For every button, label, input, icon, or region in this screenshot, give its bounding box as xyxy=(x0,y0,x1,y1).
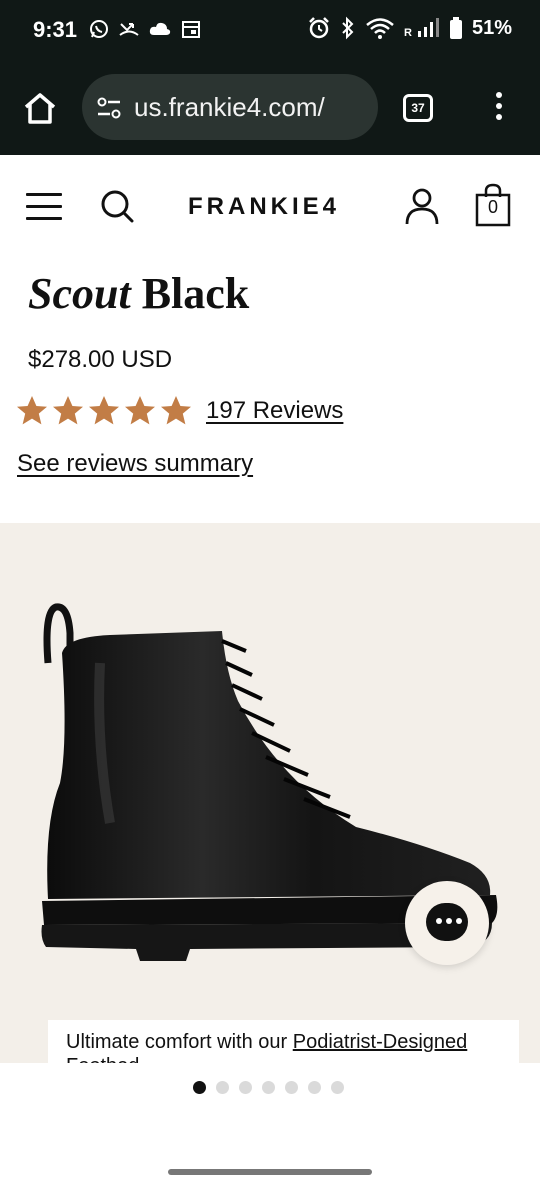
product-title: Scout Black xyxy=(28,268,249,319)
battery-icon xyxy=(449,17,462,39)
tab-switcher-button[interactable]: 37 xyxy=(403,94,433,122)
carousel-dot[interactable] xyxy=(331,1081,344,1094)
star-icon xyxy=(17,396,47,425)
star-icon xyxy=(89,396,119,425)
product-image[interactable]: Ultimate comfort with our Podiatrist-Des… xyxy=(0,523,540,1063)
footbed-banner: Ultimate comfort with our Podiatrist-Des… xyxy=(48,1020,519,1063)
cart-count: 0 xyxy=(487,197,498,217)
star-icon xyxy=(53,396,83,425)
browser-toolbar: us.frankie4.com/ 37 xyxy=(0,62,540,155)
star-icon xyxy=(125,396,155,425)
cart-button[interactable]: 0 xyxy=(474,183,512,227)
product-title-color: Black xyxy=(130,269,250,318)
site-header: FRANKIE4 0 xyxy=(0,155,540,257)
cloud-icon xyxy=(149,22,171,35)
address-bar[interactable]: us.frankie4.com/ xyxy=(82,74,378,140)
carousel-dot[interactable] xyxy=(193,1081,206,1094)
status-time: 9:31 xyxy=(33,17,78,42)
system-icons: R 51% xyxy=(307,16,512,40)
reviews-summary-link[interactable]: See reviews summary xyxy=(17,450,253,478)
whatsapp-icon xyxy=(90,20,108,38)
carousel-dots xyxy=(193,1081,344,1094)
url-text[interactable]: us.frankie4.com/ xyxy=(134,92,325,123)
boot-image xyxy=(41,603,498,961)
account-icon[interactable] xyxy=(404,187,440,227)
site-settings-icon[interactable] xyxy=(96,95,122,121)
carousel-dot[interactable] xyxy=(285,1081,298,1094)
carousel-dot[interactable] xyxy=(308,1081,321,1094)
status-bar: 9:31 R 51% xyxy=(0,0,540,62)
notification-icons xyxy=(88,18,202,40)
rating-row: 197 Reviews xyxy=(15,393,343,429)
product-price: $278.00 USD xyxy=(28,346,173,373)
menu-icon[interactable] xyxy=(26,193,62,221)
home-button[interactable] xyxy=(20,88,60,128)
alarm-icon xyxy=(309,17,329,39)
star-rating xyxy=(15,394,193,428)
signal-icon: R xyxy=(404,18,439,39)
bluetooth-icon xyxy=(342,16,354,40)
product-title-italic: Scout xyxy=(28,269,131,318)
carousel-dot[interactable] xyxy=(216,1081,229,1094)
reviews-link[interactable]: 197 Reviews xyxy=(206,397,343,425)
home-icon xyxy=(24,93,56,124)
wifi-icon xyxy=(366,18,394,39)
more-options-icon[interactable] xyxy=(491,92,507,124)
gesture-bar[interactable] xyxy=(168,1169,372,1175)
site-logo[interactable]: FRANKIE4 xyxy=(188,193,340,221)
missed-call-icon xyxy=(119,23,139,36)
carousel-dot[interactable] xyxy=(262,1081,275,1094)
calendar-icon xyxy=(182,21,200,38)
search-icon[interactable] xyxy=(98,187,136,225)
star-icon xyxy=(161,396,191,425)
chat-button[interactable] xyxy=(405,881,489,965)
svg-text:R: R xyxy=(404,27,412,39)
battery-percentage: 51% xyxy=(471,16,512,39)
banner-text: Ultimate comfort with our xyxy=(66,1031,293,1053)
carousel-dot[interactable] xyxy=(239,1081,252,1094)
